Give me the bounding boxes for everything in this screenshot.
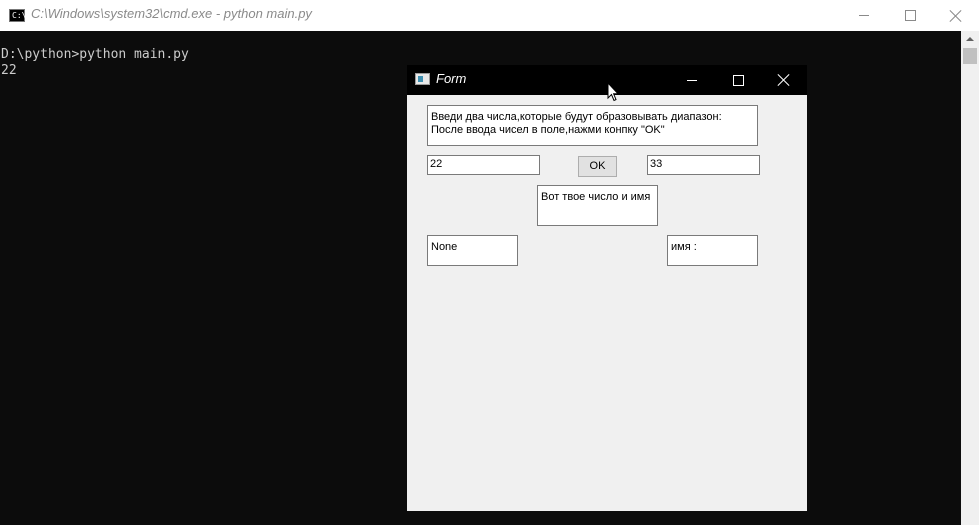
instructions-label: Введи два числа,которые будут образовыва… xyxy=(427,105,758,146)
result-caption-label: Вот твое число и имя xyxy=(537,185,658,226)
cmd-maximize-button[interactable] xyxy=(887,0,933,31)
form-app-icon[interactable] xyxy=(415,73,430,85)
arrow-up-icon xyxy=(966,37,974,41)
cmd-scrollbar[interactable] xyxy=(961,31,979,525)
ok-button[interactable]: OK xyxy=(578,156,617,177)
form-window: Form Введи два числа,которые будут образ… xyxy=(407,65,807,511)
form-close-button[interactable] xyxy=(761,65,807,95)
range-from-input[interactable]: 22 xyxy=(427,155,540,175)
name-output-label: имя : xyxy=(667,235,758,266)
range-to-input[interactable]: 33 xyxy=(647,155,760,175)
form-minimize-button[interactable] xyxy=(669,65,715,95)
minimize-icon xyxy=(859,15,869,16)
form-window-title: Form xyxy=(436,71,467,86)
cmd-titlebar[interactable]: C:\ C:\Windows\system32\cmd.exe - python… xyxy=(0,0,979,31)
close-icon xyxy=(778,74,790,86)
cmd-icon-text: C:\ xyxy=(12,11,27,20)
cmd-window-title: C:\Windows\system32\cmd.exe - python mai… xyxy=(31,6,312,21)
cmd-close-button[interactable] xyxy=(933,0,979,31)
number-output-label: None xyxy=(427,235,518,266)
console-line: 22 xyxy=(1,63,17,78)
instructions-line: Введи два числа,которые будут образовыва… xyxy=(431,111,722,123)
cmd-minimize-button[interactable] xyxy=(841,0,887,31)
scroll-up-button[interactable] xyxy=(961,31,979,47)
instructions-line: После ввода чисел в поле,нажми конпку "O… xyxy=(431,124,665,136)
maximize-icon xyxy=(904,10,916,21)
console-line: D:\python>python main.py xyxy=(1,47,189,62)
scroll-thumb[interactable] xyxy=(963,48,977,64)
maximize-icon xyxy=(732,74,744,86)
form-maximize-button[interactable] xyxy=(715,65,761,95)
minimize-icon xyxy=(687,79,697,81)
cmd-app-icon[interactable]: C:\ xyxy=(9,9,27,22)
mouse-cursor-icon xyxy=(607,82,619,102)
close-icon xyxy=(950,10,962,22)
